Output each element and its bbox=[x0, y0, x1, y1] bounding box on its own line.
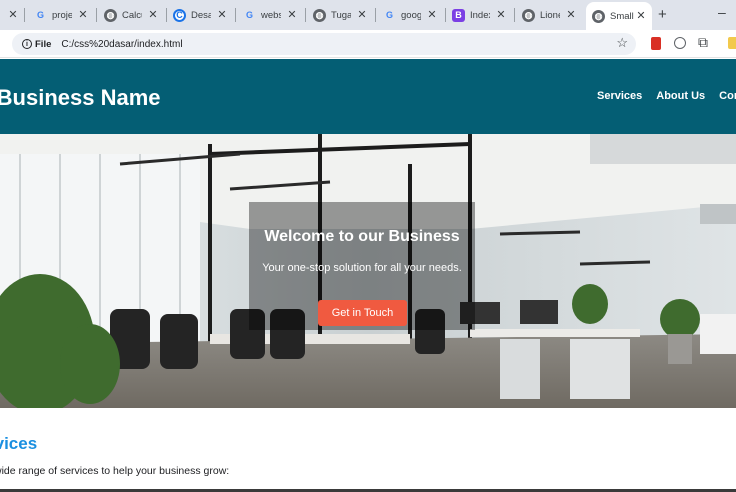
extension-yellow-icon[interactable] bbox=[728, 37, 736, 49]
extensions-puzzle-icon[interactable]: ⧉ bbox=[698, 34, 708, 51]
services-heading: rvices bbox=[0, 434, 38, 453]
google-icon: G bbox=[36, 10, 44, 20]
bookmark-star-icon[interactable]: ☆ bbox=[616, 35, 628, 51]
minimize-button[interactable]: – bbox=[718, 4, 726, 20]
tab-websi[interactable]: G websi ✕ bbox=[243, 4, 299, 26]
tab-divider bbox=[96, 8, 97, 22]
hero-title: Welcome to our Business bbox=[264, 228, 460, 245]
close-icon[interactable]: ✕ bbox=[634, 9, 648, 22]
services-description: wide range of services to help your busi… bbox=[0, 465, 230, 477]
tab-divider bbox=[375, 8, 376, 22]
close-icon[interactable]: ✕ bbox=[215, 8, 229, 21]
tab-index[interactable]: B Index ✕ bbox=[452, 4, 508, 26]
tab-lionel[interactable]: ◍ Lionel ✕ bbox=[522, 4, 578, 26]
site-header: r Business Name Services About Us Cor bbox=[0, 59, 736, 134]
nav-services-link[interactable]: Services bbox=[597, 90, 642, 102]
hero-subtitle: Your one-stop solution for all your need… bbox=[262, 262, 462, 274]
tab-strip: ✕ G proje ✕ ◍ Calcu ✕ C Desai ✕ G websi … bbox=[0, 0, 736, 30]
browser-toolbar: i File C:/css%20dasar/index.html ☆ bbox=[0, 30, 736, 58]
globe-icon: ◍ bbox=[104, 8, 117, 22]
tab-divider bbox=[445, 8, 446, 22]
tab-divider bbox=[235, 8, 236, 22]
close-icon[interactable]: ✕ bbox=[285, 8, 299, 21]
close-icon[interactable]: ✕ bbox=[76, 8, 90, 21]
tab-divider bbox=[166, 8, 167, 22]
tab-calcu[interactable]: ◍ Calcu ✕ bbox=[104, 4, 160, 26]
main-nav: Services About Us Cor bbox=[597, 90, 736, 102]
close-icon[interactable]: ✕ bbox=[494, 8, 508, 21]
tab-divider bbox=[514, 8, 515, 22]
bootstrap-icon: B bbox=[452, 8, 465, 22]
nav-about-link[interactable]: About Us bbox=[656, 90, 705, 102]
address-bar[interactable]: i File C:/css%20dasar/index.html ☆ bbox=[12, 33, 636, 55]
google-icon: G bbox=[245, 10, 253, 20]
tab-proje[interactable]: G proje ✕ bbox=[34, 4, 90, 26]
tab-partial[interactable]: ✕ bbox=[0, 4, 20, 26]
get-in-touch-button[interactable]: Get in Touch bbox=[318, 300, 407, 326]
tab-divider bbox=[24, 8, 25, 22]
url-text[interactable]: C:/css%20dasar/index.html bbox=[61, 39, 182, 50]
tab-divider bbox=[305, 8, 306, 22]
info-icon: i bbox=[22, 39, 32, 49]
close-icon[interactable]: ✕ bbox=[564, 8, 578, 21]
globe-icon: ◍ bbox=[522, 8, 535, 22]
tab-desai[interactable]: C Desai ✕ bbox=[173, 4, 229, 26]
tab-tugas[interactable]: ◍ Tugas ✕ bbox=[313, 4, 369, 26]
site-info-button[interactable]: i File bbox=[18, 36, 55, 52]
close-icon[interactable]: ✕ bbox=[146, 8, 160, 21]
chrome-c-icon: C bbox=[173, 8, 186, 22]
brand-title: r Business Name bbox=[0, 85, 161, 110]
tab-small-active[interactable]: ◍ Small ✕ bbox=[586, 2, 652, 30]
tab-googl[interactable]: G googl ✕ bbox=[383, 4, 439, 26]
nav-contact-link[interactable]: Cor bbox=[719, 90, 736, 102]
close-icon[interactable]: ✕ bbox=[6, 8, 20, 21]
close-icon[interactable]: ✕ bbox=[355, 8, 369, 21]
google-icon: G bbox=[385, 10, 393, 20]
extension-globe-icon[interactable] bbox=[674, 37, 686, 49]
globe-icon: ◍ bbox=[592, 9, 605, 23]
extension-red-icon[interactable] bbox=[651, 37, 661, 50]
close-icon[interactable]: ✕ bbox=[425, 8, 439, 21]
new-tab-button[interactable]: + bbox=[658, 6, 667, 23]
globe-icon: ◍ bbox=[313, 8, 326, 22]
